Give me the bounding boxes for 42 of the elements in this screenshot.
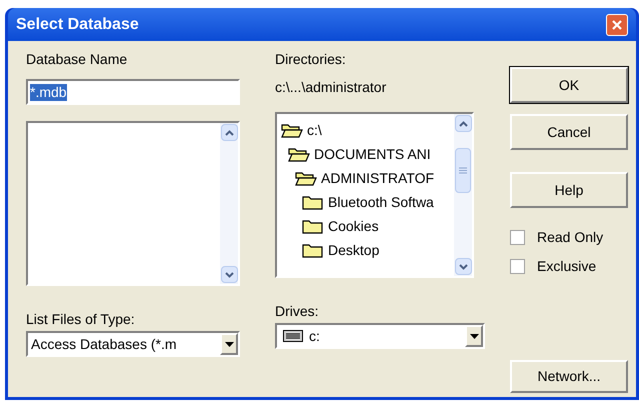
caret-icon [470, 334, 478, 338]
chevron-down-icon [225, 272, 234, 278]
dropdown-arrow-button[interactable] [220, 333, 238, 355]
chevron-up-icon [459, 120, 468, 126]
checkbox-label: Read Only [537, 228, 604, 247]
chevron-down-icon [459, 264, 468, 270]
scroll-down-button[interactable] [455, 258, 472, 275]
scroll-down-button[interactable] [221, 266, 238, 283]
close-icon [611, 18, 623, 30]
drives-label: Drives: [275, 302, 320, 319]
database-name-field[interactable]: *.mdb [26, 79, 240, 105]
directory-item[interactable]: Cookies [277, 214, 454, 238]
drive-icon [283, 330, 303, 342]
dialog-button[interactable]: OK [510, 67, 628, 103]
directory-item[interactable]: Bluetooth Softwa [277, 190, 454, 214]
directory-item[interactable]: c:\ [277, 118, 454, 142]
checkbox-label: Exclusive [537, 257, 596, 276]
directory-item[interactable]: DOCUMENTS ANI [277, 142, 454, 166]
scroll-up-button[interactable] [455, 115, 472, 132]
directories-label: Directories: [275, 50, 347, 69]
file-type-dropdown[interactable]: Access Databases (*.m [26, 331, 240, 357]
scroll-thumb[interactable] [455, 148, 471, 192]
grip-icon [459, 166, 467, 174]
dropdown-arrow-button[interactable] [465, 325, 483, 347]
file-type-label: List Files of Type: [26, 310, 136, 327]
directory-tree[interactable]: c:\ DOCUMENTS ANI ADMINISTRATOF Bluetooth Softwa Cookies Desktop [275, 112, 474, 278]
database-name-label: Database Name [26, 50, 128, 69]
dialog-button[interactable]: Help [510, 172, 628, 208]
caret-icon [224, 342, 234, 346]
checkbox[interactable] [510, 259, 525, 274]
directory-item[interactable]: ADMINISTRATOF [277, 166, 454, 190]
scroll-up-button[interactable] [221, 124, 238, 141]
current-path: c:\...\administrator [275, 78, 388, 97]
file-list[interactable] [26, 121, 240, 286]
close-button[interactable] [606, 14, 628, 36]
drives-dropdown[interactable]: c: [275, 323, 485, 349]
chevron-up-icon [225, 130, 234, 136]
network-button[interactable]: Network... [510, 360, 628, 393]
directory-item[interactable]: Desktop [277, 238, 454, 262]
checkbox[interactable] [510, 230, 525, 245]
window-title: Select Database [16, 14, 139, 34]
dialog-button[interactable]: Cancel [510, 114, 628, 150]
